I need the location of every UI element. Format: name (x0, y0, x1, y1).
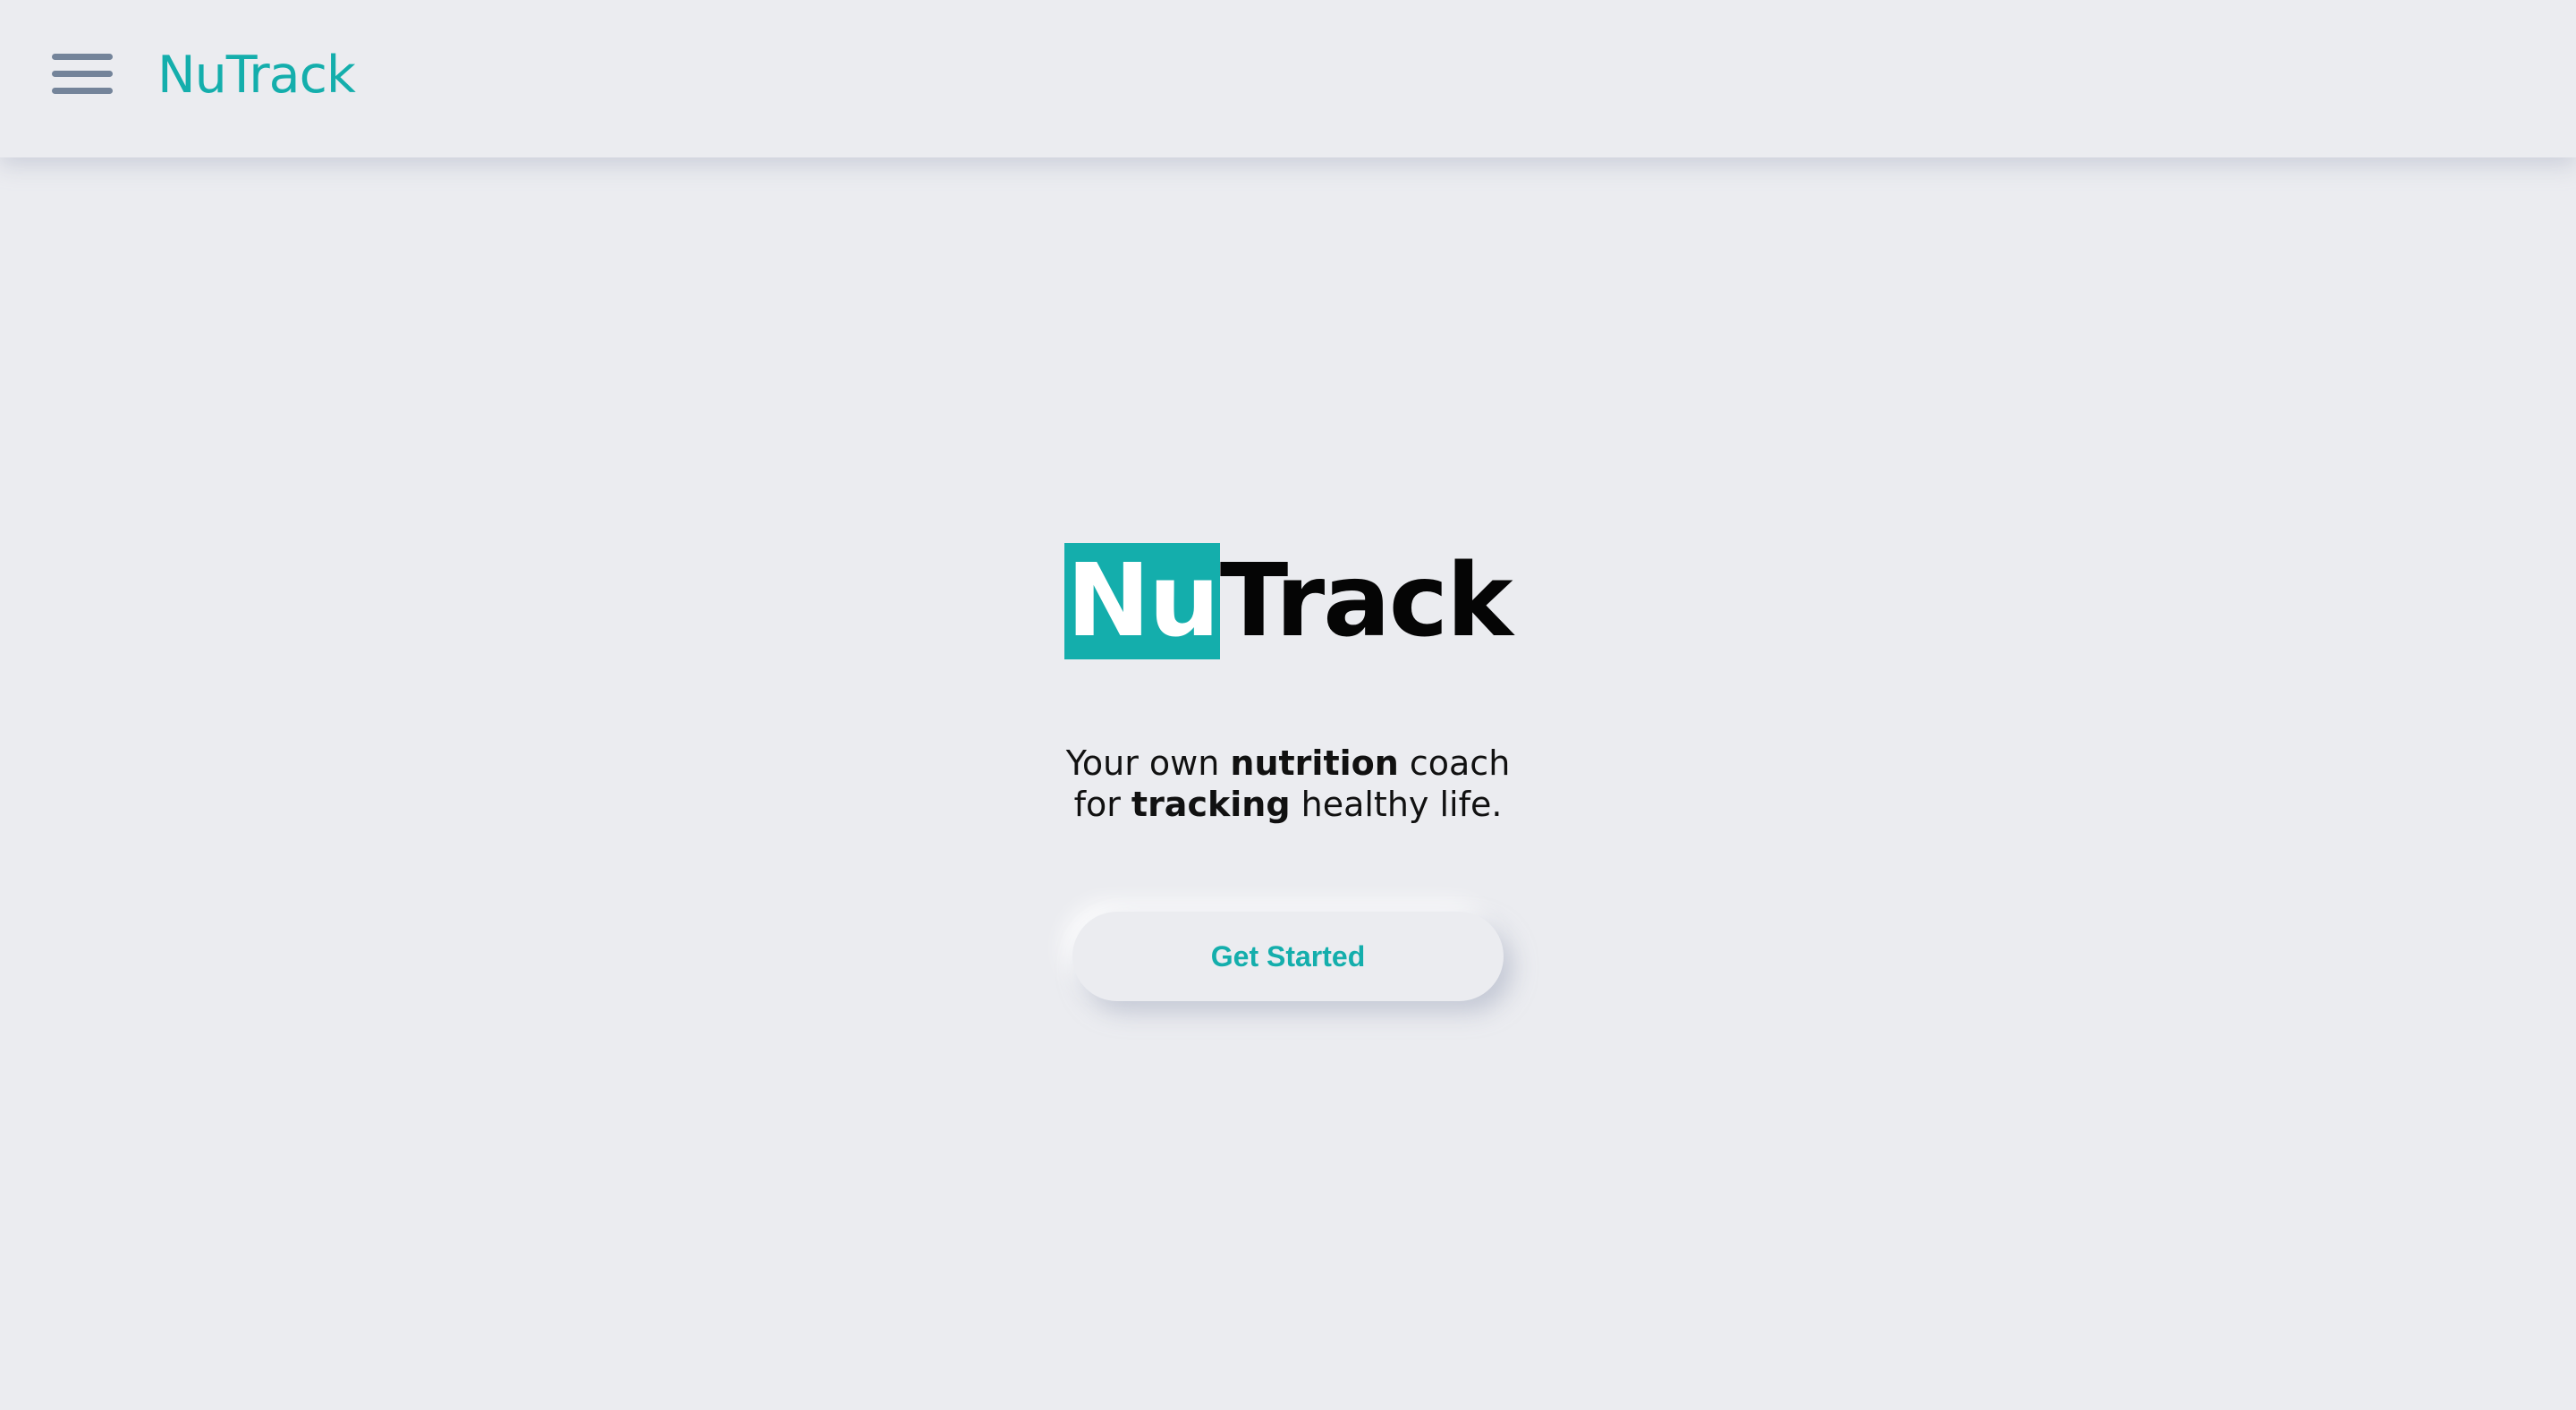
brand-logo[interactable]: NuTrack (157, 39, 356, 111)
hero-logo-highlight: Nu (1064, 543, 1220, 659)
get-started-button[interactable]: Get Started (1072, 912, 1504, 1001)
tagline-emphasis: tracking (1131, 785, 1291, 824)
menu-bar-bottom (52, 88, 113, 94)
tagline-text: healthy life. (1290, 785, 1503, 824)
app-header: NuTrack (0, 0, 2576, 157)
tagline-line-1: Your own nutrition coach (0, 743, 2576, 784)
menu-bar-middle (52, 71, 113, 77)
hamburger-menu-icon[interactable] (52, 52, 114, 98)
tagline: Your own nutrition coach for tracking he… (0, 743, 2576, 825)
tagline-emphasis: nutrition (1230, 743, 1399, 783)
hero-logo: NuTrack (0, 543, 2576, 659)
tagline-line-2: for tracking healthy life. (0, 784, 2576, 825)
tagline-text: Your own (1065, 743, 1231, 783)
tagline-text: for (1073, 785, 1131, 824)
hero-section: NuTrack Your own nutrition coach for tra… (0, 157, 2576, 1410)
menu-bar-top (52, 54, 113, 60)
hero-logo-rest: Track (1219, 543, 1513, 659)
tagline-text: coach (1398, 743, 1511, 783)
